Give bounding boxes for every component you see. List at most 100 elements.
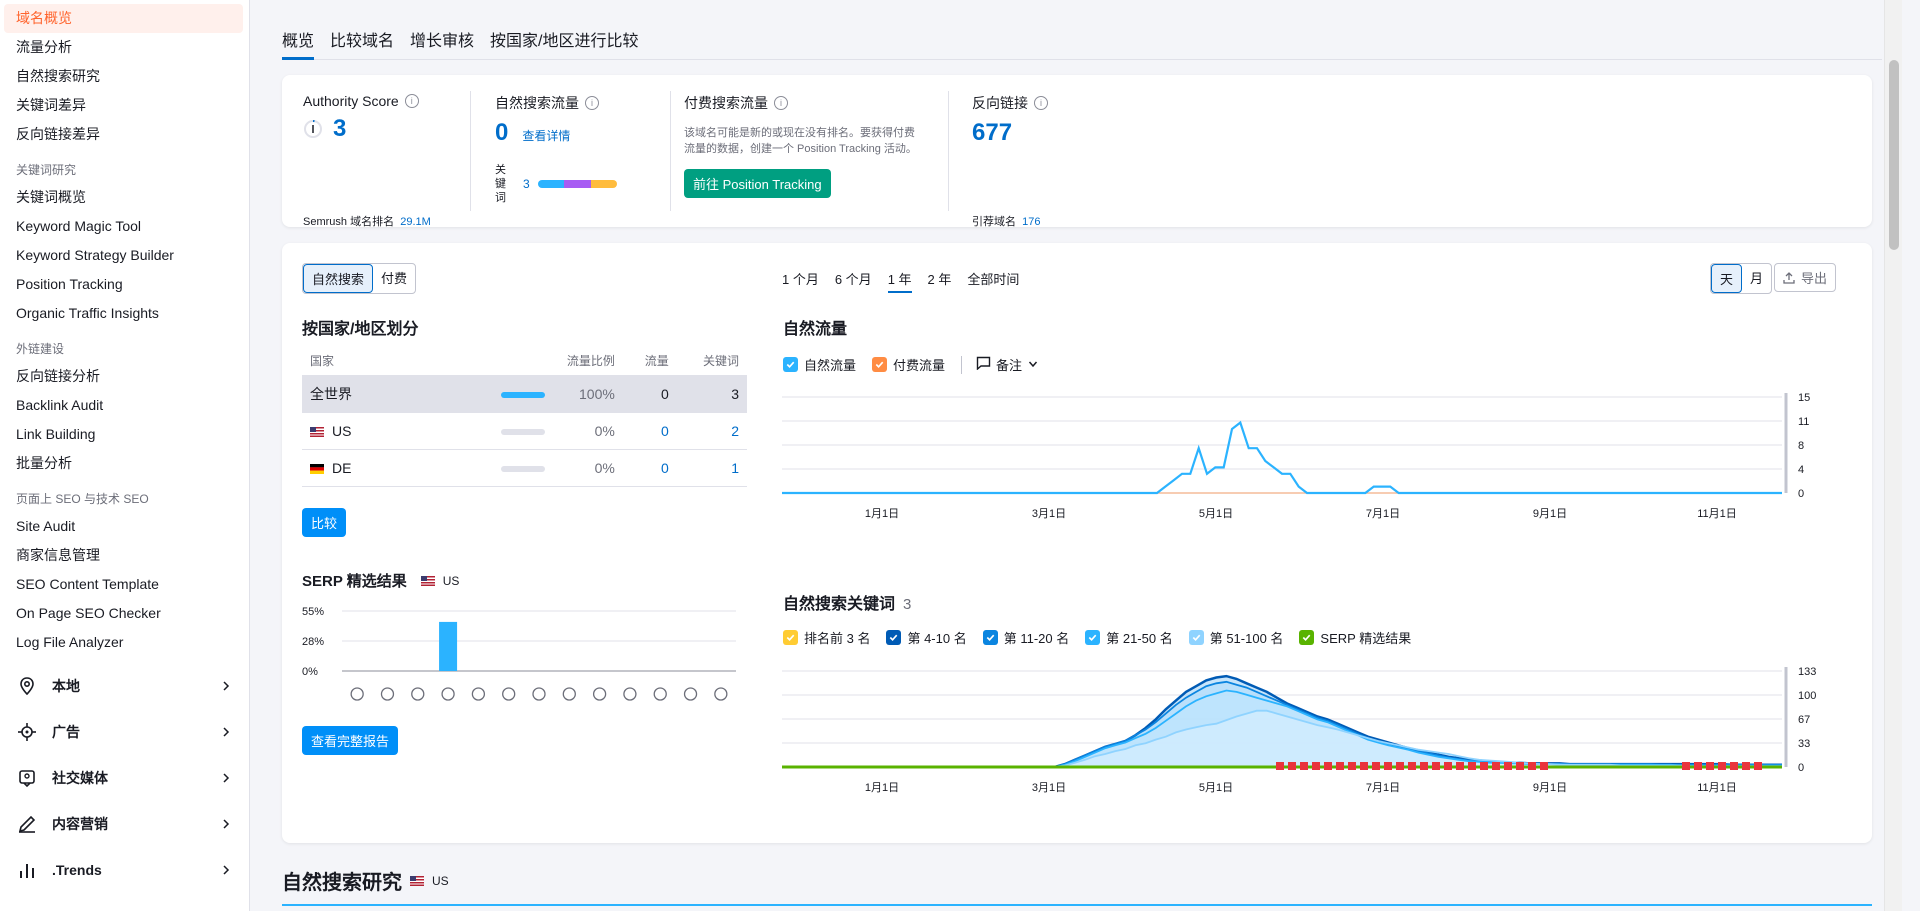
traffic-legend-item[interactable]: 自然流量: [783, 355, 856, 374]
period-2[interactable]: 1 年: [887, 269, 912, 293]
backlinks-value[interactable]: 677: [972, 119, 1048, 147]
country-row[interactable]: DE 0% 0 1: [302, 449, 747, 487]
keywords-legend-item[interactable]: 排名前 3 名: [783, 628, 870, 647]
tab-2[interactable]: 增长审核: [410, 27, 474, 59]
event-marker-icon[interactable]: [1694, 762, 1702, 770]
event-marker-icon[interactable]: [1468, 762, 1476, 770]
pin-icon[interactable]: [592, 687, 607, 701]
view-details-link[interactable]: 查看详情: [522, 127, 570, 144]
event-marker-icon[interactable]: [1444, 762, 1452, 770]
keywords-legend-item[interactable]: 第 51-100 名: [1188, 628, 1283, 647]
event-marker-icon[interactable]: [1396, 762, 1404, 770]
period-4[interactable]: 全部时间: [967, 269, 1019, 293]
comment-icon[interactable]: [562, 687, 576, 701]
sidebar-item-top-0[interactable]: 域名概览: [4, 4, 243, 33]
event-marker-icon[interactable]: [1492, 762, 1500, 770]
sidebar-item-top-3[interactable]: 关键词差异: [0, 91, 249, 120]
traffic-legend-item[interactable]: 付费流量: [872, 355, 945, 374]
image-icon[interactable]: [441, 687, 455, 701]
export-button[interactable]: 导出: [1774, 263, 1837, 292]
compare-button[interactable]: 比较: [302, 508, 347, 537]
info-icon[interactable]: i: [1034, 96, 1048, 110]
sidebar-item-top-2[interactable]: 自然搜索研究: [0, 62, 249, 91]
event-marker-icon[interactable]: [1540, 762, 1548, 770]
keywords-cell[interactable]: 2: [676, 412, 747, 450]
organic-traffic-value[interactable]: 0: [495, 119, 508, 147]
sidebar-item-link-2[interactable]: Link Building: [0, 420, 249, 449]
position-tracking-button[interactable]: 前往 Position Tracking: [684, 169, 831, 198]
event-marker-icon[interactable]: [1504, 762, 1512, 770]
sidebar-item-seo-0[interactable]: Site Audit: [0, 512, 249, 541]
event-marker-icon[interactable]: [1360, 762, 1368, 770]
event-marker-icon[interactable]: [1718, 762, 1726, 770]
sidebar-item-kw-4[interactable]: Organic Traffic Insights: [0, 299, 249, 328]
keywords-legend-item[interactable]: SERP 精选结果: [1299, 628, 1411, 647]
doc-icon[interactable]: [653, 687, 667, 701]
event-marker-icon[interactable]: [1408, 762, 1416, 770]
event-marker-icon[interactable]: [1742, 762, 1750, 770]
sidebar-item-link-1[interactable]: Backlink Audit: [0, 391, 249, 420]
event-marker-icon[interactable]: [1730, 762, 1738, 770]
play-icon[interactable]: [502, 687, 516, 701]
event-marker-icon[interactable]: [1480, 762, 1488, 770]
event-marker-icon[interactable]: [1324, 762, 1332, 770]
country-col-header[interactable]: 流量: [622, 347, 677, 376]
sidebar-section-0[interactable]: 本地: [0, 663, 249, 709]
info-icon[interactable]: i: [585, 96, 599, 110]
sidebar-item-kw-1[interactable]: Keyword Magic Tool: [0, 212, 249, 241]
country-col-header[interactable]: 国家: [302, 347, 472, 376]
event-marker-icon[interactable]: [1300, 762, 1308, 770]
keywords-legend-item[interactable]: 第 4-10 名: [886, 628, 967, 647]
period-3[interactable]: 2 年: [928, 269, 952, 293]
sidebar-item-top-4[interactable]: 反向链接差异: [0, 120, 249, 149]
keywords-cell[interactable]: 1: [676, 449, 747, 487]
sidebar-section-1[interactable]: 广告: [0, 709, 249, 755]
event-marker-icon[interactable]: [1516, 762, 1524, 770]
tab-3[interactable]: 按国家/地区进行比较: [490, 27, 638, 59]
traffic-cell[interactable]: 0: [622, 449, 677, 487]
video-icon[interactable]: [471, 687, 486, 701]
semrush-rank-value[interactable]: 29.1M: [400, 216, 431, 228]
keywords-count[interactable]: 3: [523, 177, 530, 191]
crown-icon[interactable]: [350, 687, 364, 701]
sidebar-item-kw-3[interactable]: Position Tracking: [0, 270, 249, 299]
scrollbar[interactable]: [1884, 0, 1902, 911]
event-marker-icon[interactable]: [1348, 762, 1356, 770]
traffic-cell[interactable]: 0: [622, 412, 677, 450]
tab-1[interactable]: 比较域名: [330, 27, 394, 59]
search-type-1[interactable]: 付费: [373, 264, 415, 293]
country-row[interactable]: 全世界 100% 0 3: [302, 375, 747, 413]
sidebar-item-seo-2[interactable]: SEO Content Template: [0, 570, 249, 599]
keywords-legend-item[interactable]: 第 11-20 名: [982, 628, 1069, 647]
sidebar-section-3[interactable]: 内容营销: [0, 801, 249, 847]
notes-dropdown[interactable]: 备注: [976, 355, 1038, 374]
sidebar-item-top-1[interactable]: 流量分析: [0, 33, 249, 62]
sidebar-item-seo-1[interactable]: 商家信息管理: [0, 541, 249, 570]
event-marker-icon[interactable]: [1754, 762, 1762, 770]
cap-icon[interactable]: [623, 687, 637, 701]
sidebar-item-seo-4[interactable]: Log File Analyzer: [0, 628, 249, 657]
info-icon[interactable]: i: [404, 94, 419, 108]
sidebar-item-link-0[interactable]: 反向链接分析: [0, 362, 249, 391]
event-marker-icon[interactable]: [1384, 762, 1392, 770]
play-circle-icon[interactable]: [532, 687, 546, 701]
granularity-1[interactable]: 月: [1742, 264, 1771, 293]
search-type-0[interactable]: 自然搜索: [303, 264, 374, 293]
country-col-header[interactable]: 关键词: [676, 347, 747, 376]
tab-0[interactable]: 概览: [282, 27, 315, 60]
country-col-header[interactable]: 流量比例: [472, 347, 623, 376]
event-marker-icon[interactable]: [1312, 762, 1320, 770]
authority-score-value[interactable]: 3: [333, 115, 346, 143]
country-row[interactable]: US 0% 0 2: [302, 412, 747, 450]
event-marker-icon[interactable]: [1276, 762, 1284, 770]
event-marker-icon[interactable]: [1420, 762, 1428, 770]
referring-domains-value[interactable]: 176: [1022, 216, 1040, 228]
sidebar-item-kw-0[interactable]: 关键词概览: [0, 183, 249, 212]
keywords-legend-item[interactable]: 第 21-50 名: [1085, 628, 1173, 647]
view-full-report-button[interactable]: 查看完整报告: [302, 726, 399, 755]
organic-traffic-line[interactable]: [782, 420, 1782, 495]
event-marker-icon[interactable]: [1682, 762, 1690, 770]
granularity-0[interactable]: 天: [1711, 264, 1743, 293]
sidebar-section-2[interactable]: 社交媒体: [0, 755, 249, 801]
star-icon[interactable]: [411, 687, 425, 701]
